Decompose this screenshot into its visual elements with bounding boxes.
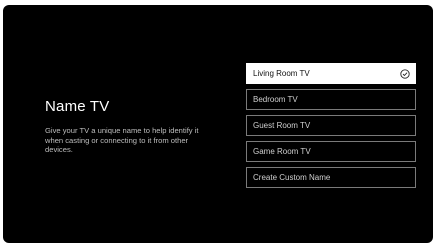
- option-label: Living Room TV: [253, 69, 310, 78]
- option-label: Create Custom Name: [253, 173, 331, 182]
- page-title: Name TV: [45, 98, 110, 115]
- option-label: Guest Room TV: [253, 121, 311, 130]
- tv-screen: Name TV Give your TV a unique name to he…: [3, 5, 433, 243]
- page-description: Give your TV a unique name to help ident…: [45, 126, 199, 155]
- option-label: Game Room TV: [253, 147, 311, 156]
- option-label: Bedroom TV: [253, 95, 298, 104]
- option-living-room-tv[interactable]: Living Room TV: [246, 63, 416, 84]
- option-bedroom-tv[interactable]: Bedroom TV: [246, 89, 416, 110]
- option-game-room-tv[interactable]: Game Room TV: [246, 141, 416, 162]
- name-options-list: Living Room TV Bedroom TV Guest Room TV …: [246, 63, 416, 193]
- option-guest-room-tv[interactable]: Guest Room TV: [246, 115, 416, 136]
- option-create-custom-name[interactable]: Create Custom Name: [246, 167, 416, 188]
- check-circle-icon: [400, 69, 410, 79]
